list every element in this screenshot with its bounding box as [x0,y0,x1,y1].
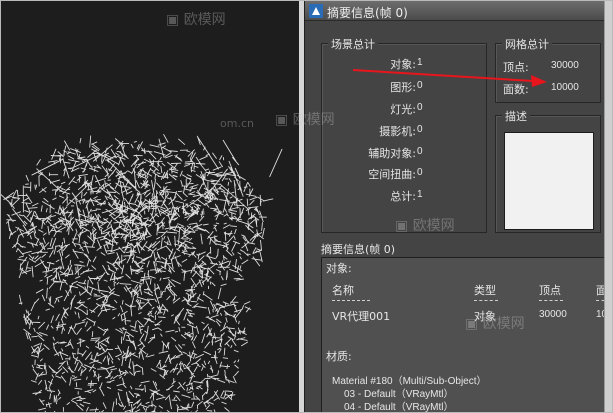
shapes-value: 0 [417,80,423,91]
description-textarea[interactable] [504,132,594,230]
mesh-totals-group: 网格总计 顶点: 30000 面数: 10000 [495,36,601,103]
objects-heading: 对象: [326,262,352,275]
window-edge-scrollbar[interactable] [604,1,612,412]
faces-label: 面数: [503,83,529,96]
total-label: 总计: [390,190,416,203]
summary-title: 摘要信息(帧 0) [321,243,396,256]
summary-info-dialog: 摘要信息(帧 0) 场景总计 对象: 1 图形: 0 灯光: 0 摄影机: 0 … [220,1,611,412]
objects-label: 对象: [390,58,416,71]
description-title: 描述 [502,108,530,124]
shapes-label: 图形: [390,81,416,94]
scene-totals-group: 场景总计 对象: 1 图形: 0 灯光: 0 摄影机: 0 辅助对象: 0 空间… [321,36,487,233]
app-icon [309,4,323,18]
watermark-brand: ▣ 欧模网 [275,112,335,128]
cameras-value: 0 [417,124,423,135]
cameras-label: 摄影机: [379,125,416,138]
watermark-logo-icon: ▣ [465,316,483,332]
watermark-logo-icon: ▣ [275,112,293,128]
header-rule [332,300,370,301]
column-type: 类型 [474,284,496,297]
description-group: 描述 [495,108,601,233]
viewport[interactable]: ▣ 欧模网 [1,1,299,412]
dialog-titlebar[interactable]: 摘要信息(帧 0) [305,1,605,21]
vertices-value: 30000 [551,60,579,71]
helpers-label: 辅助对象: [368,147,416,160]
watermark-brand: ▣ 欧模网 [166,12,226,28]
space-warps-value: 0 [417,167,423,178]
header-rule [474,300,498,301]
screenshot-frame: ▣ 欧模网 摘要信息(帧 0) 场景总计 对象: 1 图形: 0 灯光: 0 摄… [0,0,613,413]
column-name: 名称 [332,284,354,297]
materials-heading: 材质: [326,350,352,363]
proxy-point-cloud [1,133,283,412]
faces-value: 10000 [551,82,579,93]
column-vertices: 顶点 [539,284,561,297]
row-name: VR代理001 [332,310,391,323]
mesh-totals-title: 网格总计 [502,36,552,52]
watermark-brand: ▣ 欧模网 [395,218,455,234]
watermark-url: om.cn [220,117,254,130]
dialog-title: 摘要信息(帧 0) [327,6,408,20]
watermark-logo-icon: ▣ [395,218,413,234]
scene-totals-title: 场景总计 [328,36,378,52]
vray-proxy-mesh [1,133,283,412]
helpers-value: 0 [417,146,423,157]
objects-value: 1 [417,57,423,68]
watermark-brand: ▣ 欧模网 [465,316,525,332]
lights-value: 0 [417,102,423,113]
header-rule [539,300,563,301]
row-vertices: 30000 [539,309,567,320]
total-value: 1 [417,189,423,200]
vertices-label: 顶点: [503,61,529,74]
lights-label: 灯光: [390,103,416,116]
summary-textbox[interactable]: 对象: 名称 类型 顶点 面 VR代理001 对象 30000 10 材质: M… [321,257,611,413]
watermark-logo-icon: ▣ [166,12,184,28]
space-warps-label: 空间扭曲: [368,168,416,181]
material-line: 04 - Default（VRayMtl） [344,402,454,413]
